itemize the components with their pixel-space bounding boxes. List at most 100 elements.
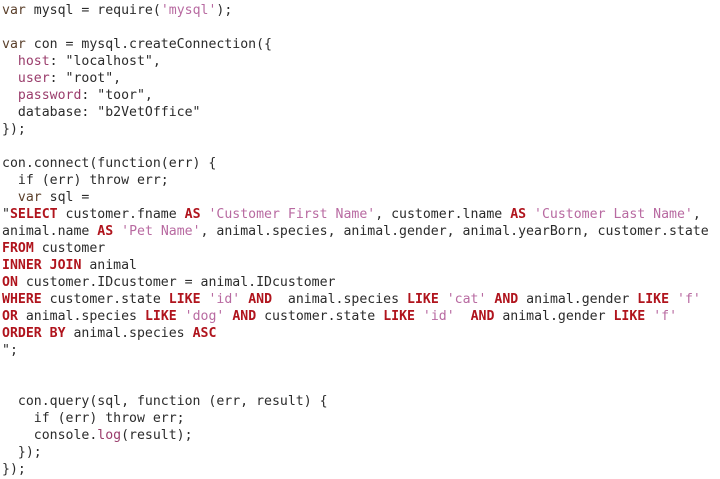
code-line: if (err) throw err;: [2, 410, 720, 427]
code-token: ASC: [192, 326, 217, 341]
code-token: console.: [2, 428, 98, 443]
code-token: ,: [692, 207, 701, 222]
code-token: (result);: [121, 428, 193, 443]
code-token: ON: [2, 275, 18, 290]
code-token: 'f': [653, 309, 678, 324]
code-token: customer.IDcustomer = animal.IDcustomer: [17, 275, 336, 290]
code-token: , animal.species, animal.gender, animal.…: [200, 224, 709, 239]
code-line: WHERE customer.state LIKE 'id' AND anima…: [2, 291, 720, 308]
code-token: customer.fname: [57, 207, 185, 222]
code-line: if (err) throw err;: [2, 172, 720, 189]
code-token: AS: [184, 207, 201, 222]
code-token: LIKE: [407, 292, 439, 307]
code-line: animal.name AS 'Pet Name', animal.specie…: [2, 223, 720, 240]
code-line: con.query(sql, function (err, result) {: [2, 393, 720, 410]
code-token: AS: [97, 224, 114, 239]
code-line: var sql =: [2, 189, 720, 206]
code-token: LIKE: [613, 309, 646, 324]
code-line: user: "root",: [2, 70, 720, 87]
code-token: con.query(sql, function (err, result) {: [2, 394, 328, 409]
code-line: var con = mysql.createConnection({: [2, 36, 720, 53]
code-line: });: [2, 461, 720, 478]
code-token: animal.gender: [494, 309, 614, 324]
code-token: SELECT: [9, 207, 58, 222]
code-token: database: "b2VetOffice": [2, 105, 201, 120]
code-token: 'cat': [446, 292, 487, 307]
code-token: });: [2, 122, 26, 137]
code-token: log: [97, 428, 122, 443]
code-token: con.connect(function(err) {: [2, 156, 217, 171]
code-token: OR: [2, 309, 18, 324]
code-editor[interactable]: var mysql = require('mysql'); var con = …: [0, 0, 720, 479]
code-token: : "localhost",: [49, 54, 161, 69]
code-line: INNER JOIN animal: [2, 257, 720, 274]
code-token: 'id': [422, 309, 455, 324]
code-token: ": [2, 207, 10, 222]
code-token: mysql = require(: [25, 3, 161, 18]
code-line: ON customer.IDcustomer = animal.IDcustom…: [2, 274, 720, 291]
code-token: host: [2, 54, 50, 69]
code-token: animal.species: [272, 292, 407, 307]
code-line: console.log(result);: [2, 427, 720, 444]
code-line: "SELECT customer.fname AS 'Customer Firs…: [2, 206, 720, 223]
code-token: if (err) throw err;: [2, 173, 169, 188]
code-token: var: [2, 37, 26, 52]
code-token: customer.state: [41, 292, 169, 307]
code-token: });: [2, 445, 42, 460]
code-token: con = mysql.createConnection({: [25, 37, 272, 52]
code-token: 'dog': [184, 309, 225, 324]
code-token: : "root",: [49, 71, 122, 86]
code-token: customer.state: [256, 309, 384, 324]
code-token: AND: [232, 309, 257, 324]
code-line: FROM customer: [2, 240, 720, 257]
code-line: ORDER BY animal.species ASC: [2, 325, 720, 342]
code-token: var: [2, 3, 26, 18]
code-token: LIKE: [383, 309, 415, 324]
code-token: AS: [510, 207, 527, 222]
code-line: password: "toor",: [2, 87, 720, 104]
code-token: animal: [81, 258, 137, 273]
code-content[interactable]: var mysql = require('mysql'); var con = …: [0, 0, 720, 478]
code-token: user: [2, 71, 50, 86]
code-token: , customer.lname: [375, 207, 511, 222]
code-token: );: [216, 3, 233, 18]
code-token: });: [2, 462, 26, 477]
code-token: : "toor",: [81, 88, 153, 103]
code-token: animal.species: [65, 326, 193, 341]
code-token: animal.name: [2, 224, 98, 239]
code-line: });: [2, 121, 720, 138]
code-token: ORDER BY: [2, 326, 66, 341]
code-token: customer: [33, 241, 106, 256]
code-token: WHERE: [2, 292, 42, 307]
code-token: if (err) throw err;: [2, 411, 185, 426]
code-token: LIKE: [144, 309, 177, 324]
code-token: 'id': [208, 292, 241, 307]
code-token: 'Customer First Name': [208, 207, 376, 222]
code-token: animal.gender: [518, 292, 638, 307]
code-line: var mysql = require('mysql');: [2, 2, 720, 19]
code-token: INNER JOIN: [2, 258, 82, 273]
code-line: con.connect(function(err) {: [2, 155, 720, 172]
code-token: password: [2, 88, 82, 103]
code-token: 'f': [677, 292, 701, 307]
code-token: sql =: [41, 190, 90, 205]
code-token: AND: [248, 292, 273, 307]
code-token: ";: [2, 343, 18, 358]
code-token: LIKE: [168, 292, 201, 307]
code-token: 'Pet Name': [121, 224, 201, 239]
code-token: AND: [470, 309, 495, 324]
code-line: });: [2, 444, 720, 461]
code-token: AND: [494, 292, 519, 307]
code-token: LIKE: [637, 292, 670, 307]
